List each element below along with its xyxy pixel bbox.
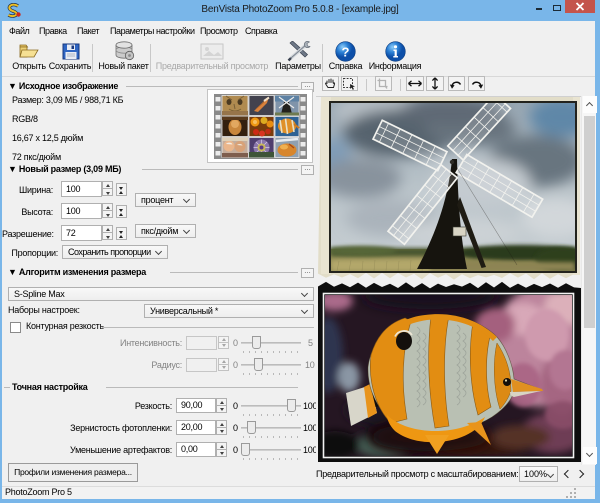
- svg-text:?: ?: [342, 45, 350, 60]
